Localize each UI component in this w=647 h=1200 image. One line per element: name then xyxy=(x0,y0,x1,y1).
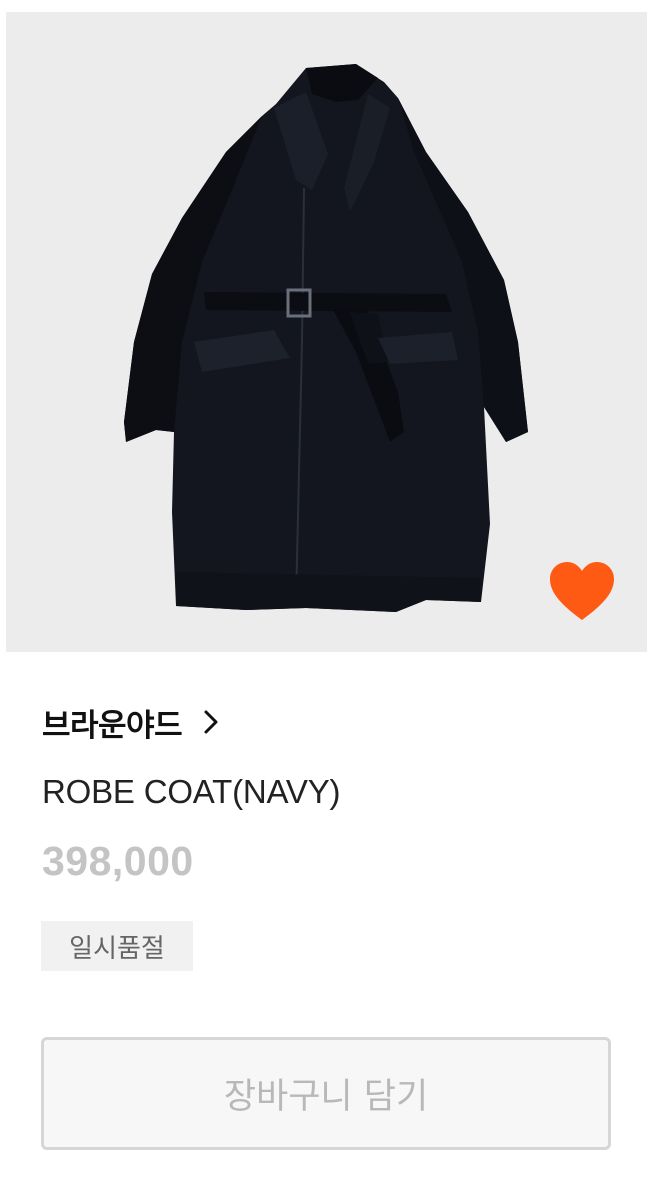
brand-name: 브라운야드 xyxy=(42,707,183,744)
product-name: ROBE COAT(NAVY) xyxy=(42,773,341,810)
brand-link[interactable]: 브라운야드 xyxy=(42,700,222,744)
chevron-right-icon xyxy=(204,710,218,734)
product-image[interactable] xyxy=(6,12,647,652)
product-detail-page: 브라운야드 ROBE COAT(NAVY) 398,000 일시품절 장바구니 … xyxy=(0,0,647,1200)
status-badge: 일시품절 xyxy=(41,921,193,971)
product-price: 398,000 xyxy=(42,838,194,884)
coat-illustration xyxy=(124,64,528,612)
add-to-cart-button[interactable]: 장바구니 담기 xyxy=(41,1037,611,1150)
heart-icon[interactable] xyxy=(546,560,618,624)
